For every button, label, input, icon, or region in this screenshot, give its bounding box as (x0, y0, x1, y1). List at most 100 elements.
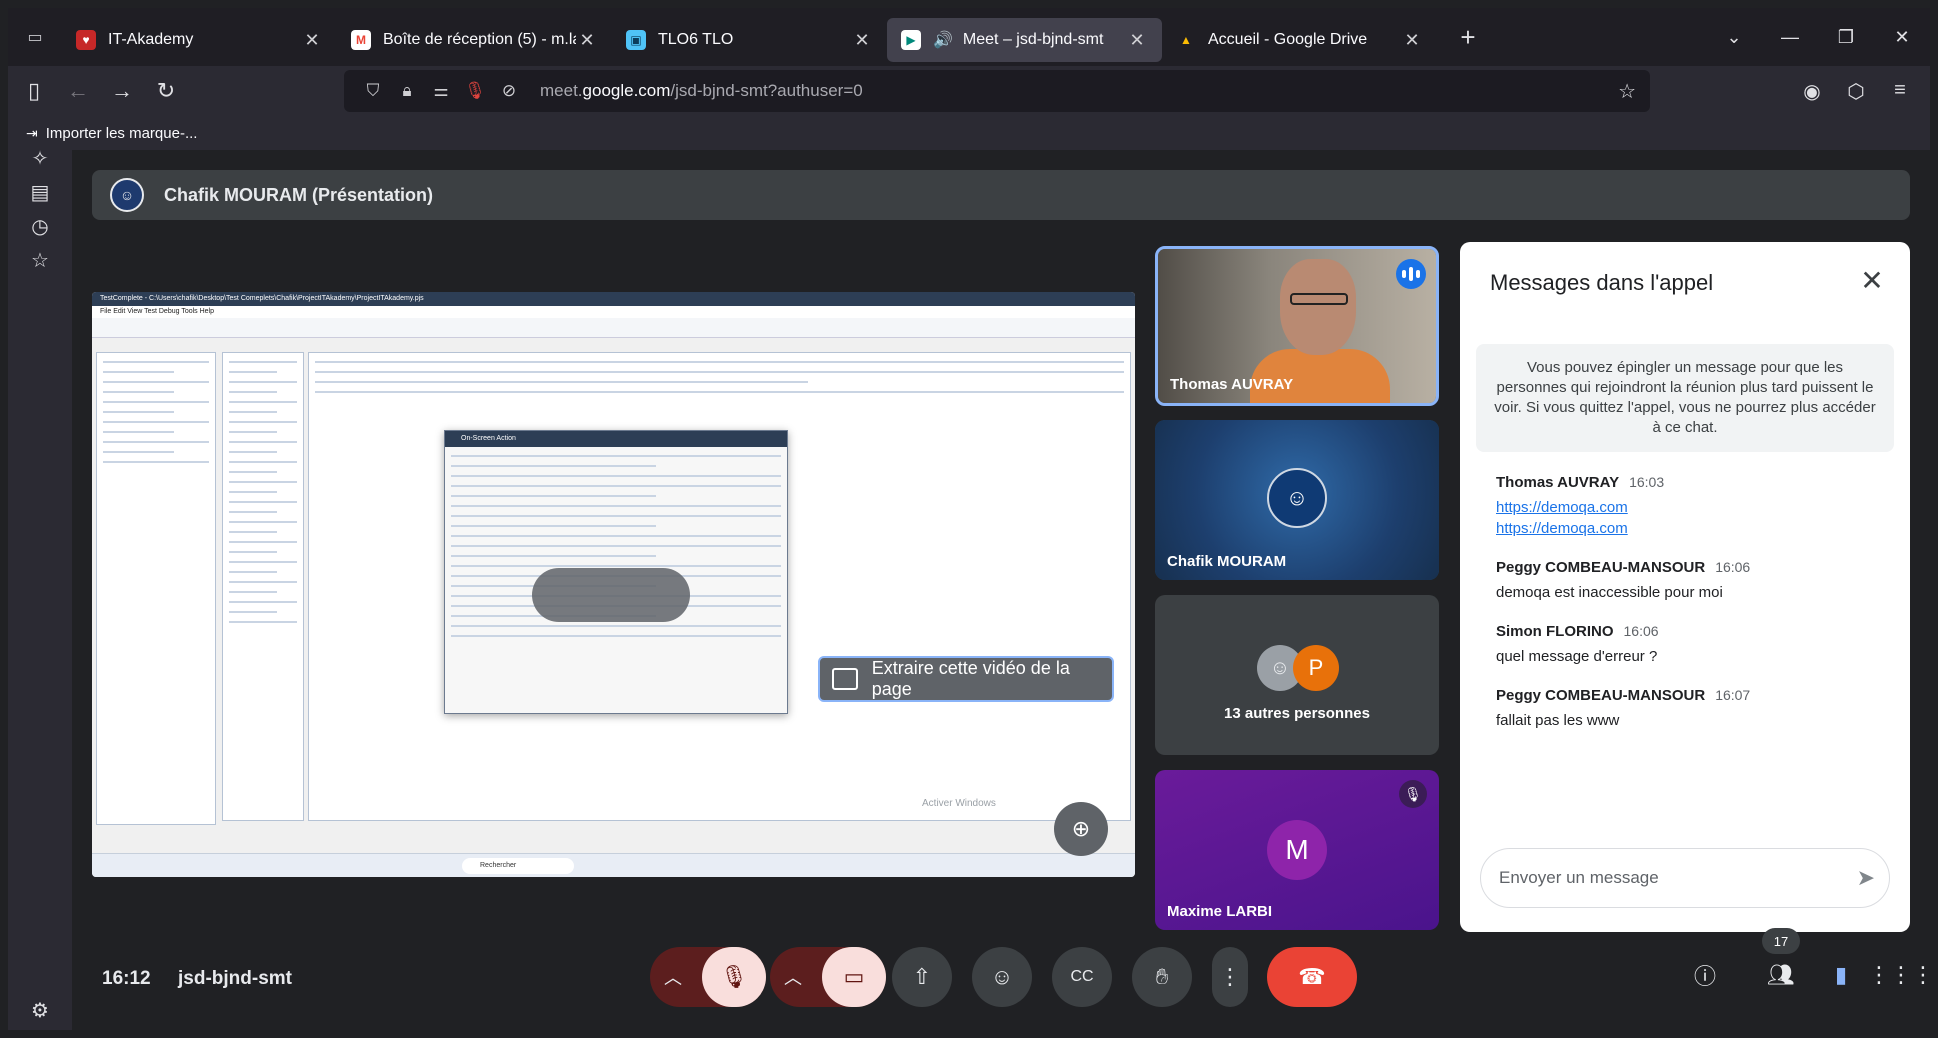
bookmark-import[interactable]: Importer les marque-... (46, 125, 198, 142)
message-header: Simon FLORINO 16:06 (1496, 623, 1886, 640)
people-icon[interactable]: 👥︎ (1761, 955, 1801, 995)
close-tab-icon[interactable]: ✕ (851, 30, 873, 51)
bookmark-star-icon[interactable]: ☆ (1618, 79, 1636, 104)
participant-tile-others[interactable]: ☺ P 13 autres personnes (1155, 595, 1439, 755)
bookmarks-icon[interactable]: ☆ (26, 246, 54, 274)
back-icon[interactable]: ← (56, 71, 100, 111)
chat-input-placeholder: Envoyer un message (1499, 868, 1659, 887)
sidebar-toggle-icon[interactable]: ▯ (12, 71, 56, 111)
it-akademy-favicon-icon: ♥ (76, 30, 96, 50)
close-tab-icon[interactable]: ✕ (576, 30, 598, 51)
camera-toggle-button[interactable]: ▭ (822, 947, 886, 1007)
meeting-info-icon[interactable]: ⓘ (1685, 955, 1725, 995)
account-icon[interactable]: ◉ (1790, 79, 1834, 104)
project-explorer-pane (96, 352, 216, 825)
browser-window: ▭ ♥ IT-Akademy ✕ M Boîte de réception (5… (0, 0, 1938, 1038)
others-count-label: 13 autres personnes (1224, 705, 1370, 722)
permissions-icon[interactable]: ⚌ (424, 81, 458, 101)
picture-in-picture-icon (832, 668, 858, 690)
participant-tile-chafik[interactable]: ☺ Chafik MOURAM (1155, 420, 1439, 580)
chat-message-input[interactable]: Envoyer un message ➤ (1480, 848, 1890, 908)
meet-stage: ☺ Chafik MOURAM (Présentation) TestCompl… (72, 150, 1934, 1030)
tab-title: IT-Akademy (108, 31, 194, 48)
restore-icon[interactable]: ❐ (1818, 27, 1874, 48)
chevron-down-icon[interactable]: ⌄ (1706, 27, 1762, 48)
close-tab-icon[interactable]: ✕ (1401, 30, 1423, 51)
zoom-icon[interactable]: ⊕ (1054, 802, 1108, 856)
reload-icon[interactable]: ↻ (144, 71, 188, 111)
close-tab-icon[interactable]: ✕ (301, 30, 323, 51)
tab-it-akademy[interactable]: ♥ IT-Akademy ✕ (62, 18, 337, 62)
message-time: 16:03 (1629, 474, 1665, 490)
close-icon[interactable]: ✕ (1856, 264, 1888, 296)
menu-icon[interactable]: ≡ (1878, 79, 1922, 104)
mini-controls-overlay (532, 568, 690, 622)
reactions-button[interactable]: ☺ (972, 947, 1032, 1007)
camera-options-chevron-icon[interactable]: ︿ (784, 964, 802, 990)
avatar: ☺ (110, 178, 144, 212)
message-sender: Peggy COMBEAU-MANSOUR (1496, 559, 1706, 576)
chat-icon[interactable]: ▮ (1821, 955, 1861, 995)
close-window-icon[interactable]: ✕ (1874, 27, 1930, 48)
settings-gear-icon[interactable]: ⚙ (26, 996, 54, 1024)
camera-blocked-icon[interactable]: ⊘ (492, 81, 526, 101)
new-tab-button[interactable]: + (1445, 14, 1491, 60)
presenter-label: Chafik MOURAM (Présentation) (164, 184, 434, 205)
activities-grid-icon[interactable]: ⋮⋮⋮ (1868, 955, 1934, 995)
participant-tile-thomas[interactable]: Thomas AUVRAY (1155, 246, 1439, 406)
tab-meet[interactable]: ▶ 🔊 Meet – jsd-bjnd-smt ✕ (887, 18, 1162, 62)
message-link[interactable]: https://demoqa.com (1496, 520, 1886, 537)
ai-sparkle-icon[interactable]: ✧ (26, 144, 54, 172)
lock-icon[interactable]: 🔒︎ (390, 81, 424, 101)
tab-gmail[interactable]: M Boîte de réception (5) - m.larbi@ ✕ (337, 18, 612, 62)
dialog-title: On-Screen Action (445, 431, 787, 447)
emoji-icon: ☺ (990, 964, 1014, 989)
tab-title: TLO6 TLO (658, 31, 734, 48)
message-sender: Simon FLORINO (1496, 623, 1614, 640)
extract-video-button[interactable]: Extraire cette vidéo de la page (818, 656, 1114, 702)
mic-off-icon: 🎙︎ (720, 964, 748, 989)
synced-tabs-icon[interactable]: ▤ (26, 178, 54, 206)
taskbar-search: Rechercher (462, 858, 574, 874)
chat-title: Messages dans l'appel (1490, 270, 1714, 295)
speaker-icon[interactable]: 🔊 (933, 30, 953, 50)
participant-tile-maxime[interactable]: 🎙︎ M Maxime LARBI (1155, 770, 1439, 930)
url-text[interactable]: meet.google.com/jsd-bjnd-smt?authuser=0 (540, 81, 863, 101)
toolbar-right: ◉ ⬡ ≡ (1790, 79, 1922, 104)
shared-window-menu: File Edit View Test Debug Tools Help (92, 306, 1135, 318)
shield-icon[interactable]: ⛉ (356, 81, 390, 101)
drive-favicon-icon: ▲ (1180, 33, 1192, 47)
meet-favicon-icon: ▶ (901, 30, 921, 50)
close-tab-icon[interactable]: ✕ (1126, 30, 1148, 51)
speaking-indicator-icon (1396, 259, 1426, 289)
message-text: demoqa est inaccessible pour moi (1496, 584, 1723, 601)
present-icon: ⇧ (912, 964, 932, 989)
minimize-icon[interactable]: — (1762, 27, 1818, 48)
extensions-icon[interactable]: ⬡ (1834, 79, 1878, 104)
send-icon[interactable]: ➤ (1857, 865, 1875, 891)
message-list: Thomas AUVRAY 16:03 https://demoqa.com ht… (1496, 474, 1886, 751)
captions-button[interactable]: CC (1052, 947, 1112, 1007)
avatar: P (1293, 645, 1339, 691)
forward-icon[interactable]: → (100, 71, 144, 111)
mic-toggle-button[interactable]: 🎙︎ (702, 947, 766, 1007)
microphone-icon[interactable]: 🎙︎ (458, 81, 492, 101)
address-bar[interactable]: ⛉ 🔒︎ ⚌ 🎙︎ ⊘ meet.google.com/jsd-bjnd-smt… (344, 70, 1650, 112)
meeting-code: jsd-bjnd-smt (178, 968, 292, 989)
shared-screen[interactable]: TestComplete - C:\Users\chafik\Desktop\T… (92, 292, 1135, 877)
message-link[interactable]: https://demoqa.com (1496, 499, 1886, 516)
navigation-bar: ▯ ← → ↻ ⛉ 🔒︎ ⚌ 🎙︎ ⊘ meet.google.com/jsd-… (8, 66, 1930, 116)
tab-google-drive[interactable]: ▲ Accueil - Google Drive ✕ (1162, 18, 1437, 62)
browser-sidebar: ✧ ▤ ◷ ☆ ⚙ (8, 148, 72, 1030)
leave-call-button[interactable]: ☎ (1267, 947, 1357, 1007)
tab-list-icon[interactable]: ▭ (8, 8, 62, 66)
mic-options-chevron-icon[interactable]: ︿ (664, 964, 682, 990)
present-screen-button[interactable]: ⇧ (892, 947, 952, 1007)
history-icon[interactable]: ◷ (26, 212, 54, 240)
raise-hand-button[interactable]: ✋︎ (1132, 947, 1192, 1007)
chat-panel: Messages dans l'appel ✕ Vous pouvez épin… (1460, 242, 1910, 932)
list-item: Peggy COMBEAU-MANSOUR 16:06 demoqa est in… (1496, 559, 1886, 601)
more-options-button[interactable]: ⋮ (1212, 947, 1248, 1007)
activate-windows-watermark: Activer Windows (922, 798, 996, 809)
tab-tlo6[interactable]: ▣ TLO6 TLO ✕ (612, 18, 887, 62)
